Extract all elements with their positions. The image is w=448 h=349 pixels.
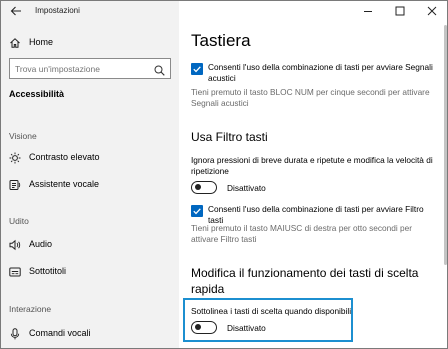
close-icon[interactable] [425,4,439,18]
sidebar-group-title: Udito [9,216,29,226]
title-bar: Impostazioni [1,1,179,21]
home-icon [9,36,21,48]
narrator-icon [9,178,21,190]
back-arrow-icon[interactable] [9,4,23,18]
sidebar-group-title: Interazione [9,304,52,314]
sidebar-item-label: Audio [29,239,53,249]
scrollbar-thumb[interactable] [444,25,447,265]
page-title: Tastiera [191,31,251,50]
filter-keys-toggle[interactable] [191,181,217,194]
sidebar-item-label: Contrasto elevato [29,152,100,162]
search-icon[interactable] [154,63,165,76]
sidebar: Impostazioni Home Accessibilità Visione … [1,1,179,348]
filter-keys-checkbox-row[interactable]: Consenti l'uso della combinazione di tas… [191,204,441,225]
bloc-num-help-text: Tieni premuto il tasto BLOC NUM per cinq… [191,87,430,108]
filter-keys-checkbox[interactable] [191,205,203,217]
sidebar-category-title: Accessibilità [9,89,65,99]
bloc-num-checkbox-label: Consenti l'uso della combinazione di tas… [208,62,433,83]
search-input[interactable] [10,59,150,78]
settings-window: Impostazioni Home Accessibilità Visione … [0,0,448,349]
speaker-icon [9,238,21,251]
sidebar-group-title: Visione [9,131,37,141]
sidebar-item-narrator[interactable]: Assistente vocale [9,177,174,193]
brightness-icon [9,151,21,164]
shortcut-keys-title: Modifica il funzionamento dei tasti di s… [191,266,419,296]
filter-keys-description: Ignora pressioni di breve durata e ripet… [191,155,433,176]
sidebar-item-high-contrast[interactable]: Contrasto elevato [9,150,174,166]
filter-keys-toggle-row: Disattivato [191,181,341,195]
filter-keys-toggle-label: Disattivato [227,183,266,193]
filter-keys-title: Usa Filtro tasti [191,130,268,144]
app-title: Impostazioni [35,6,80,15]
focus-highlight-box [183,298,353,342]
scrollbar[interactable] [444,25,447,345]
sidebar-item-audio[interactable]: Audio [9,237,174,253]
toggle-knob [195,184,201,190]
filter-keys-help-text: Tieni premuto il tasto MAIUSC di destra … [191,223,413,244]
captions-icon [9,265,21,277]
sidebar-item-captions[interactable]: Sottotitoli [9,264,174,280]
sidebar-item-label: Assistente vocale [29,179,100,189]
maximize-icon[interactable] [393,4,407,18]
microphone-icon [9,327,21,340]
sidebar-item-speech[interactable]: Comandi vocali [9,326,174,342]
window-controls [349,1,447,21]
sidebar-item-label: Home [29,37,54,47]
bloc-num-checkbox-row[interactable]: Consenti l'uso della combinazione di tas… [191,62,441,86]
sidebar-item-label: Comandi vocali [29,328,91,338]
sidebar-item-label: Sottotitoli [29,266,67,276]
bloc-num-checkbox[interactable] [191,63,203,75]
sidebar-item-home[interactable]: Home [9,35,174,51]
search-box [9,58,171,79]
main-content: Tastiera Consenti l'uso della combinazio… [179,1,447,348]
minimize-icon[interactable] [361,4,375,18]
